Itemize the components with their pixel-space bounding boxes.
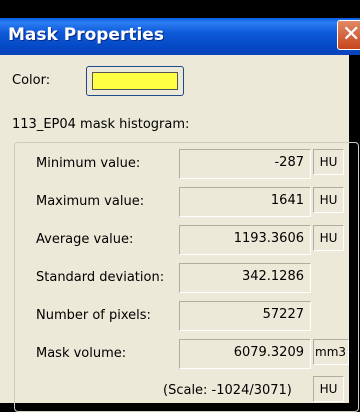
color-picker-button[interactable] — [86, 66, 184, 96]
scale-unit: HU — [313, 376, 344, 402]
minimum-value-unit: HU — [313, 149, 344, 175]
standard-deviation-label: Standard deviation: — [36, 270, 165, 285]
standard-deviation-field: 342.1286 — [179, 263, 311, 293]
color-label: Color: — [12, 73, 51, 88]
close-icon: ✕ — [342, 22, 360, 47]
screen-background — [0, 0, 360, 18]
mask-volume-label: Mask volume: — [36, 346, 127, 361]
mask-volume-unit: mm3 — [313, 339, 349, 365]
color-swatch — [92, 72, 178, 90]
scale-text: (Scale: -1024/3071) — [163, 383, 292, 398]
mask-properties-dialog: Mask Properties ✕ Color: 113_EP04 mask h… — [0, 0, 360, 412]
maximum-value-field: 1641 — [179, 187, 311, 217]
mask-volume-field: 6079.3209 — [179, 339, 311, 369]
number-of-pixels-label: Number of pixels: — [36, 308, 151, 323]
maximum-value-unit: HU — [313, 187, 344, 213]
dialog-title: Mask Properties — [8, 25, 164, 45]
average-value-label: Average value: — [36, 232, 134, 247]
average-value-unit: HU — [313, 225, 344, 251]
number-of-pixels-field: 57227 — [179, 301, 311, 331]
minimum-value-label: Minimum value: — [36, 156, 141, 171]
minimum-value-field: -287 — [179, 149, 311, 179]
histogram-heading: 113_EP04 mask histogram: — [12, 117, 190, 132]
close-button[interactable]: ✕ — [337, 20, 360, 50]
maximum-value-label: Maximum value: — [36, 194, 145, 209]
average-value-field: 1193.3606 — [179, 225, 311, 255]
